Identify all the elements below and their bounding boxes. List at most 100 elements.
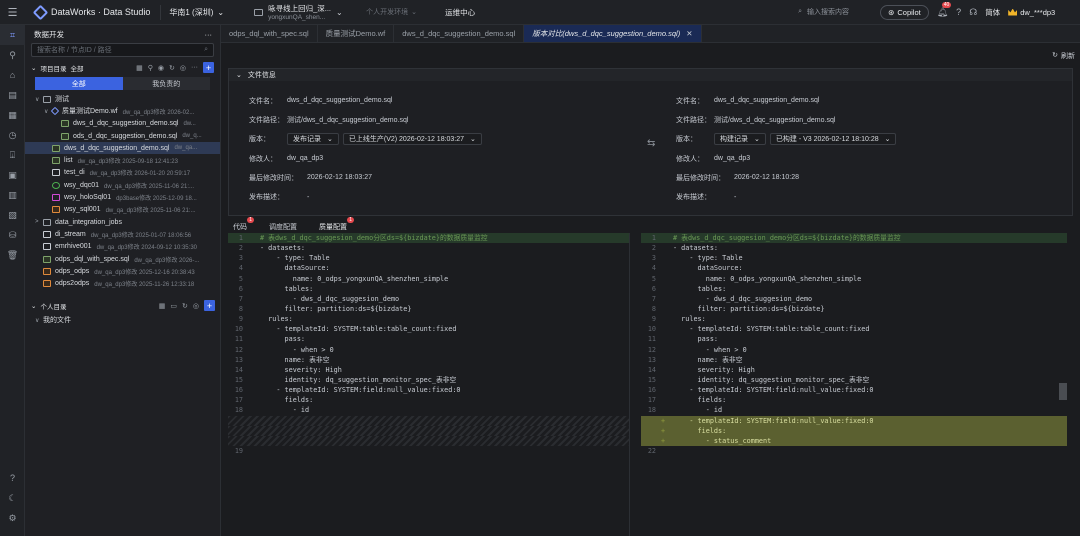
trash-icon[interactable]: 🗑︎: [0, 245, 25, 265]
diff-count-badge: 1: [247, 217, 254, 223]
tree-item[interactable]: dws_d_dqc_suggestion_demo.sql dw_qa...: [25, 142, 220, 155]
my-files-label: 我的文件: [43, 317, 71, 325]
code-text: # 表dws_d_dqc_suggesion_demo分区ds=${bizdat…: [260, 234, 488, 242]
workspace-selector[interactable]: 咏寻线上回归_深... yongxunQA_shen... ⌄: [254, 3, 354, 21]
home-icon[interactable]: ⌂: [0, 65, 25, 85]
editor-tab-label: 版本对比(dws_d_dqc_suggestion_demo.sql): [532, 29, 681, 38]
tree-item[interactable]: ∨ 质量测试Demo.wf dw_qa_dp3修改 2026-02...: [25, 105, 220, 117]
tree-item[interactable]: wsy_holoSql01 dp3base修改 2025-12-09 18...: [25, 191, 220, 203]
tree-item[interactable]: list dw_qa_dp3修改 2025-09-18 12:41:23: [25, 154, 220, 166]
refresh-icon[interactable]: ↻: [169, 64, 175, 72]
file-info-header[interactable]: ⌄ 文件信息: [229, 69, 1072, 81]
user-menu[interactable]: dw_***dp3: [1008, 8, 1055, 17]
grid-icon[interactable]: ▦: [0, 105, 25, 125]
line-number: 13: [234, 355, 243, 364]
help-icon[interactable]: ?: [956, 7, 961, 17]
right-version-select[interactable]: 已构建 - V3 2026-02-12 18:10:28 ⌄: [769, 133, 897, 146]
tree-item[interactable]: wsy_dqc01 dw_qa_dp3修改 2025-11-06 21:...: [25, 179, 220, 191]
personal-dir-header[interactable]: ⌄ 个人目录 ▦ ▭ ↻ ◎ +: [25, 297, 221, 314]
filter-mine-button[interactable]: 我负责的: [122, 77, 210, 90]
global-search[interactable]: ⌕ 输入搜索内容: [798, 7, 873, 17]
diff-marker: [248, 375, 260, 385]
right-version-type-select[interactable]: 构建记录 ⌄: [714, 133, 766, 146]
code-line: + - templateId: SYSTEM:field:null_value:…: [641, 415, 1067, 426]
brand[interactable]: DataWorks · Data Studio: [25, 4, 160, 20]
refresh-icon[interactable]: ↻: [182, 302, 188, 310]
tree-item[interactable]: emrhive001 dw_qa_dp3修改 2024-09-12 10:35:3…: [25, 241, 220, 253]
theme-icon[interactable]: ☾: [0, 488, 25, 508]
code-text: - status_comment: [673, 436, 772, 445]
line-number: 12: [234, 345, 243, 354]
close-icon[interactable]: ✕: [686, 29, 692, 38]
calendar-icon[interactable]: ▣: [0, 165, 25, 185]
tree-item[interactable]: odps_dql_with_spec.sql dw_qa_dp3修改 2026-.…: [25, 253, 220, 265]
editor-tab[interactable]: dws_d_dqc_suggestion_demo.sql: [394, 25, 525, 42]
report-icon[interactable]: ▧: [0, 205, 25, 225]
left-code-pane[interactable]: 1 # 表dws_d_dqc_suggesion_demo分区ds=${bizda…: [228, 233, 630, 536]
compare-icon: ⇆: [647, 138, 656, 149]
editor-tab[interactable]: 版本对比(dws_d_dqc_suggestion_demo.sql) ✕: [524, 25, 702, 42]
language-switch[interactable]: 简体: [985, 7, 1000, 18]
filter-icon[interactable]: ⚲: [148, 64, 153, 72]
field-label: 文件名：: [249, 97, 277, 105]
locate-icon[interactable]: ◎: [180, 64, 186, 72]
editor-tab[interactable]: odps_dql_with_spec.sql: [221, 25, 318, 42]
tree-item[interactable]: test_di dw_qa_dp3修改 2026-01-20 20:59:17: [25, 167, 220, 179]
tree-item[interactable]: di_stream dw_qa_dp3修改 2025-01-07 18:06:56: [25, 228, 220, 240]
locate-icon[interactable]: ◎: [193, 302, 199, 310]
editor-tab[interactable]: 质量测试Demo.wf: [318, 25, 395, 42]
menu-icon[interactable]: ☰: [0, 0, 25, 25]
editor-tab-label: odps_dql_with_spec.sql: [229, 29, 309, 38]
tree-item[interactable]: > data_integration_jobs: [25, 216, 220, 228]
settings-icon[interactable]: ⚙: [0, 508, 25, 528]
tree-item[interactable]: odps_odps dw_qa_dp3修改 2025-12-16 20:38:43: [25, 265, 220, 277]
more-icon[interactable]: ···: [191, 64, 198, 71]
clock-icon[interactable]: ◷: [0, 125, 25, 145]
data-dev-icon[interactable]: ⌗: [0, 25, 25, 45]
diff-marker: [661, 395, 673, 405]
project-dir-header[interactable]: ⌄ 项目目录 全部 ▦ ⚲ ◉ ↻ ◎ ··· +: [25, 59, 220, 76]
headset-icon[interactable]: ☊: [969, 7, 977, 18]
chart-icon[interactable]: ▥: [0, 185, 25, 205]
region-label: 华南1 (深圳): [169, 7, 214, 17]
batch-icon[interactable]: ▦: [159, 302, 166, 310]
tree-item[interactable]: ods_d_dqc_suggestion_demo.sql dw_q...: [25, 130, 220, 142]
region-selector[interactable]: 华南1 (深圳) ⌄: [160, 4, 232, 20]
ops-center-link[interactable]: 运维中心: [445, 7, 475, 18]
code-text: rules:: [260, 315, 293, 324]
chevron-down-icon: ⌄: [336, 7, 343, 17]
code-text: identity: dq_suggestion_monitor_spec_表非空: [673, 375, 870, 384]
scrollbar-thumb[interactable]: [1059, 383, 1067, 400]
line-number: 19: [234, 446, 243, 455]
left-version-select[interactable]: 已上线生产(V2) 2026-02-12 18:03:27 ⌄: [342, 133, 482, 146]
notification-icon[interactable]: 🔔︎ 40: [937, 1, 952, 18]
eye-icon[interactable]: ◉: [158, 64, 164, 72]
right-code-pane[interactable]: 1 # 表dws_d_dqc_suggesion_demo分区ds=${bizda…: [641, 233, 1067, 536]
batch-icon[interactable]: ▦: [136, 64, 143, 72]
tree-item[interactable]: odps2odps dw_qa_dp3修改 2025-11-26 12:33:18: [25, 277, 220, 289]
folder-icon[interactable]: ▭: [170, 302, 177, 310]
add-button[interactable]: +: [203, 62, 214, 73]
search-nav-icon[interactable]: ⚲: [0, 45, 25, 65]
tree-item[interactable]: ∨ 测试: [25, 93, 220, 105]
sidebar-search-input[interactable]: 搜索名称 / 节点ID / 路径 ⌕: [31, 43, 214, 57]
add-button[interactable]: +: [204, 300, 215, 311]
copilot-button[interactable]: ⊛ Copilot: [880, 4, 929, 20]
help-circle-icon[interactable]: ?: [0, 468, 25, 488]
sql-file-icon: [52, 144, 60, 152]
diff-marker: [661, 233, 673, 243]
table-icon[interactable]: ▤: [0, 85, 25, 105]
tree-item[interactable]: wsy_sql001 dw_qa_dp3修改 2025-11-06 21:...: [25, 204, 220, 216]
left-version-type-select[interactable]: 发布记录 ⌄: [287, 133, 339, 146]
diff-marker: [248, 334, 260, 344]
database-icon[interactable]: ⛁: [0, 225, 25, 245]
crown-icon: [1008, 8, 1018, 16]
my-files-item[interactable]: ∨ 我的文件: [25, 314, 221, 326]
refresh-button[interactable]: ↻ 刷新: [1052, 51, 1075, 61]
code-line: 18 - id: [228, 405, 629, 415]
env-selector[interactable]: 个人开发环境 ⌄: [366, 7, 436, 17]
tree-item[interactable]: dws_d_dqc_suggestion_demo.sql dw...: [25, 118, 220, 130]
deploy-icon[interactable]: ⍗: [0, 145, 25, 165]
more-icon[interactable]: ···: [205, 30, 213, 39]
filter-all-button[interactable]: 全部: [35, 77, 123, 90]
